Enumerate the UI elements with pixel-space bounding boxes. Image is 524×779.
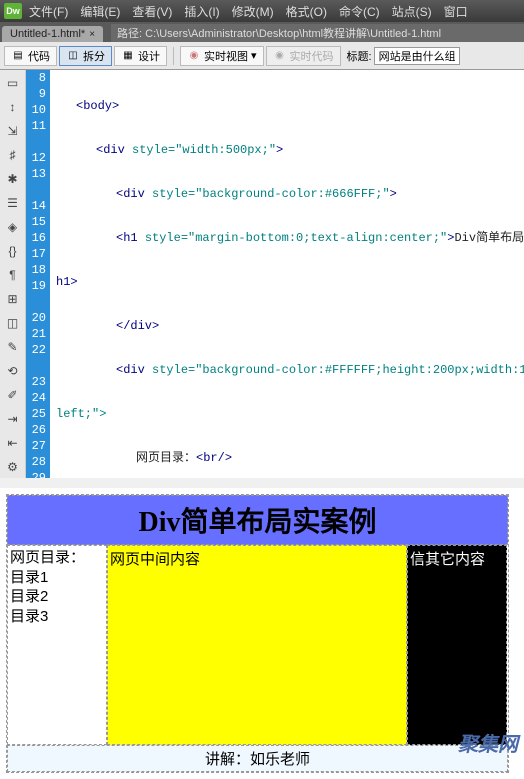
code-toolbar: ▭ ↕ ⇲ ♯ ✱ ☰ ◈ {} ¶ ⊞ ◫ ✎ ⟲ ✐ ⇥ ⇤ ⚙ (0, 70, 26, 478)
design-preview[interactable]: Div简单布局实案例 网页目录： 目录1 目录2 目录3 网页中间内容 信其它内… (0, 488, 524, 779)
title-input[interactable] (374, 47, 460, 65)
document-toolbar: ▤ 代码 ◫ 拆分 ▦ 设计 ◉ 实时视图 ▾ ◉ 实时代码 标题: (0, 42, 524, 70)
split-label: 拆分 (83, 48, 105, 64)
preview-middle-column: 网页中间内容 (107, 545, 407, 745)
close-icon[interactable]: × (89, 29, 95, 40)
menu-bar: Dw 文件(F) 编辑(E) 查看(V) 插入(I) 修改(M) 格式(O) 命… (0, 0, 524, 22)
live-view-label: 实时视图 (204, 48, 248, 64)
app-logo: Dw (4, 3, 22, 19)
menu-view[interactable]: 查看(V) (127, 1, 177, 22)
menu-modify[interactable]: 修改(M) (227, 1, 279, 22)
preview-right-column: 信其它内容 (407, 545, 507, 745)
menu-command[interactable]: 命令(C) (334, 1, 385, 22)
editor-area: ▭ ↕ ⇲ ♯ ✱ ☰ ◈ {} ¶ ⊞ ◫ ✎ ⟲ ✐ ⇥ ⇤ ⚙ 8910 … (0, 70, 524, 478)
line-numbers-icon[interactable]: ☰ (4, 194, 22, 212)
menu-edit[interactable]: 编辑(E) (75, 1, 125, 22)
menu-file[interactable]: 文件(F) (24, 1, 73, 22)
design-view-button[interactable]: ▦ 设计 (114, 46, 167, 66)
code-content[interactable]: <body> <div style="width:500px;"> <div s… (50, 70, 524, 478)
select-parent-icon[interactable]: ♯ (4, 146, 22, 164)
path-bar: 路径: C:\Users\Administrator\Desktop\html教… (111, 24, 524, 42)
live-code-icon: ◉ (273, 49, 287, 63)
open-documents-icon[interactable]: ▭ (4, 74, 22, 92)
expand-icon[interactable]: ⇲ (4, 122, 22, 140)
tab-bar: Untitled-1.html* × 路径: C:\Users\Administ… (0, 22, 524, 42)
chevron-down-icon: ▾ (251, 49, 257, 62)
preview-left-column: 网页目录： 目录1 目录2 目录3 (7, 545, 107, 745)
comment-icon[interactable]: ✎ (4, 338, 22, 356)
preview-footer: 讲解：如乐老师 (7, 745, 508, 772)
split-icon: ◫ (66, 49, 80, 63)
title-label: 标题: (347, 48, 372, 64)
balance-braces-icon[interactable]: ✱ (4, 170, 22, 188)
watermark: 聚集网 (458, 728, 518, 757)
outdent-icon[interactable]: ⇤ (4, 434, 22, 452)
design-label: 设计 (138, 48, 160, 64)
preview-header: Div简单布局实案例 (7, 495, 508, 545)
design-icon: ▦ (121, 49, 135, 63)
word-wrap-icon[interactable]: ¶ (4, 266, 22, 284)
reference-icon[interactable]: ⊞ (4, 290, 22, 308)
split-view-button[interactable]: ◫ 拆分 (59, 46, 112, 66)
live-view-icon: ◉ (187, 49, 201, 63)
tab-document[interactable]: Untitled-1.html* × (2, 26, 103, 42)
collapse-icon[interactable]: ↕ (4, 98, 22, 116)
line-gutter: 8910 1112 1314 151617 1819 202122 2324 2… (26, 70, 50, 478)
code-navigator-icon[interactable]: ◫ (4, 314, 22, 332)
menu-insert[interactable]: 插入(I) (179, 1, 224, 22)
live-code-button[interactable]: ◉ 实时代码 (266, 46, 341, 66)
code-view-button[interactable]: ▤ 代码 (4, 46, 57, 66)
menu-window[interactable]: 窗口 (439, 1, 473, 22)
format-icon[interactable]: ⚙ (4, 458, 22, 476)
code-editor[interactable]: 8910 1112 1314 151617 1819 202122 2324 2… (26, 70, 524, 478)
path-label: 路径: (117, 25, 142, 41)
syntax-icon[interactable]: {} (4, 242, 22, 260)
tab-title: Untitled-1.html* (10, 28, 85, 40)
code-icon: ▤ (11, 49, 25, 63)
menu-site[interactable]: 站点(S) (387, 1, 437, 22)
code-label: 代码 (28, 48, 50, 64)
wrap-tag-icon[interactable]: ⟲ (4, 362, 22, 380)
live-code-label: 实时代码 (290, 48, 334, 64)
path-value: C:\Users\Administrator\Desktop\html教程讲解\… (145, 25, 441, 41)
highlight-icon[interactable]: ◈ (4, 218, 22, 236)
menu-format[interactable]: 格式(O) (281, 1, 332, 22)
separator (173, 47, 174, 65)
live-view-button[interactable]: ◉ 实时视图 ▾ (180, 46, 264, 66)
indent-icon[interactable]: ⇥ (4, 410, 22, 428)
preview-container: Div简单布局实案例 网页目录： 目录1 目录2 目录3 网页中间内容 信其它内… (6, 494, 509, 773)
recent-snippets-icon[interactable]: ✐ (4, 386, 22, 404)
